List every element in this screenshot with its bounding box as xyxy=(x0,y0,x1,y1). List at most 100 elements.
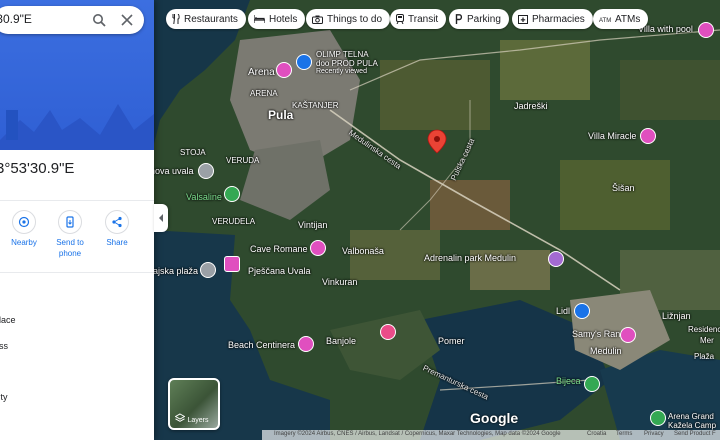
chevron-left-icon xyxy=(159,214,163,222)
close-icon[interactable] xyxy=(116,9,138,31)
district-label-arena: ARENA xyxy=(250,89,278,98)
place-label-arena-grand: Arena Grand xyxy=(668,412,714,421)
place-label-valbonasa: Valbonaša xyxy=(342,246,384,256)
google-logo: Google xyxy=(470,410,519,426)
fork-knife-icon xyxy=(172,14,180,24)
poi-marker-beach[interactable] xyxy=(200,262,216,278)
place-label-olimp-sub: doo PROD PULA xyxy=(316,59,378,68)
nearby-label: Nearby xyxy=(11,238,37,247)
send-to-phone-label: Send to phone xyxy=(56,238,84,258)
hotel-poi-marker-villa-pool[interactable] xyxy=(698,22,714,38)
divider xyxy=(0,200,154,201)
place-label-villa-miracle: Villa Miracle xyxy=(588,131,637,141)
chip-pharmacies[interactable]: Pharmacies xyxy=(512,9,593,29)
place-label-arena: Arena xyxy=(248,67,275,78)
place-label-cave-romane: Cave Romane xyxy=(250,244,308,254)
parking-icon xyxy=(455,14,463,24)
shop-poi-marker-lidl[interactable] xyxy=(574,303,590,319)
poi-marker-nova-uvala[interactable] xyxy=(198,163,214,179)
chip-restaurants[interactable]: Restaurants xyxy=(166,9,246,29)
layers-button[interactable]: Layers xyxy=(168,378,220,430)
hotel-poi-marker-centinera[interactable] xyxy=(298,336,314,352)
place-label-nova-uvala: nova uvala xyxy=(150,166,194,176)
chip-things-to-do[interactable]: Things to do xyxy=(306,9,391,29)
search-icon[interactable] xyxy=(88,9,110,31)
map-attribution-bar: Imagery ©2024 Airbus, CNES / Airbus, Lan… xyxy=(262,430,720,440)
place-label-olimp: OLIMP TELNA xyxy=(316,50,369,59)
place-label-valsaline: Valsaline xyxy=(186,192,222,202)
train-icon xyxy=(396,14,404,24)
feedback-link[interactable]: Send Product F xyxy=(674,431,716,437)
place-label-pomer: Pomer xyxy=(438,336,465,346)
shop-poi-marker[interactable] xyxy=(296,54,312,70)
country-link[interactable]: Croatia xyxy=(587,431,606,437)
hotel-poi-marker-villa-miracle[interactable] xyxy=(640,128,656,144)
recently-viewed-label: Recently viewed xyxy=(316,68,367,75)
chip-label: Transit xyxy=(408,13,439,25)
share-button[interactable]: Share xyxy=(96,210,138,248)
place-label-lidl: Lidl xyxy=(556,306,571,316)
atm-icon: ATM xyxy=(599,18,611,23)
place-label-pjescana-uvala: Pješčana Uvala xyxy=(248,266,311,276)
place-label-sisan: Šišan xyxy=(612,183,635,193)
action-row: Nearby Send to phone Share xyxy=(0,210,154,270)
hotel-poi-marker-cave-romane[interactable] xyxy=(310,240,326,256)
send-to-phone-icon xyxy=(58,210,82,234)
hotel-poi-marker[interactable] xyxy=(276,62,292,78)
layers-label: Layers xyxy=(187,417,209,424)
chip-parking[interactable]: Parking xyxy=(449,9,509,29)
place-label-villa-with-pool: Villa with pool xyxy=(638,24,693,34)
district-label-kastanjer: KAŠTANJER xyxy=(292,101,339,110)
place-label-beach-centinera: Beach Centinera xyxy=(228,340,296,350)
search-input[interactable]: '30.9"E xyxy=(0,12,32,26)
chip-label: Parking xyxy=(467,13,501,25)
nearby-icon xyxy=(12,210,36,234)
place-label-medulin: Medulin xyxy=(590,346,622,356)
district-label-verudela: VERUDELA xyxy=(212,217,256,226)
privacy-link[interactable]: Privacy xyxy=(644,431,664,437)
park-poi-marker-arena-grand[interactable] xyxy=(650,410,666,426)
place-label-adrenalin-park: Adrenalin park Medulin xyxy=(424,253,517,263)
bed-icon xyxy=(254,15,265,23)
place-label-bijeca: Bijeca xyxy=(556,376,581,386)
search-box[interactable]: '30.9"E xyxy=(0,6,144,34)
divider xyxy=(0,272,154,273)
list-item[interactable]: ess xyxy=(0,341,8,351)
place-label-vinkuran: Vinkuran xyxy=(322,277,358,287)
hotel-poi-marker-pjescana[interactable] xyxy=(224,256,240,272)
park-poi-marker-valsaline[interactable] xyxy=(224,186,240,202)
pharmacy-icon xyxy=(518,15,528,24)
camera-icon xyxy=(312,15,323,24)
park-poi-marker-bijeca[interactable] xyxy=(584,376,600,392)
chip-atms[interactable]: ATM ATMs xyxy=(593,9,649,29)
chip-hotels[interactable]: Hotels xyxy=(248,9,306,29)
district-label-veruda: VERUDA xyxy=(226,156,260,165)
place-label-beach: ajska plaža xyxy=(153,266,199,276)
favorite-poi-marker[interactable] xyxy=(380,324,396,340)
coordinate-title: 3°53'30.9"E xyxy=(0,160,75,177)
attribution-text: Imagery ©2024 Airbus, CNES / Airbus, Lan… xyxy=(274,431,561,437)
chip-transit[interactable]: Transit xyxy=(390,9,447,29)
chip-label: Things to do xyxy=(327,13,383,25)
place-label-kazela-camp: Kažela Camp xyxy=(668,421,717,430)
place-details-panel: '30.9"E 3°53'30.9"E Nearby Send to phone… xyxy=(0,0,154,440)
chip-label: ATMs xyxy=(615,13,641,25)
place-label-vintijan: Vintijan xyxy=(298,220,328,230)
chip-label: Pharmacies xyxy=(532,13,585,25)
poi-marker-adrenalin[interactable] xyxy=(548,251,564,267)
place-label-residence: Residence xyxy=(688,325,720,334)
terms-link[interactable]: Terms xyxy=(616,431,632,437)
share-icon xyxy=(105,210,129,234)
place-label-jadreski: Jadreški xyxy=(514,101,548,111)
list-item[interactable]: vity xyxy=(0,392,8,402)
chip-label: Restaurants xyxy=(184,13,238,25)
list-item[interactable]: place xyxy=(0,315,16,325)
hotel-poi-marker-samys[interactable] xyxy=(620,327,636,343)
place-label-liznjan: Ližnjan xyxy=(662,311,691,321)
city-label-pula: Pula xyxy=(268,108,294,122)
place-label-mer: Mer xyxy=(700,336,714,345)
collapse-panel-button[interactable] xyxy=(154,204,168,232)
chip-label: Hotels xyxy=(269,13,298,25)
nearby-button[interactable]: Nearby xyxy=(3,210,45,248)
send-to-phone-button[interactable]: Send to phone xyxy=(49,210,91,259)
